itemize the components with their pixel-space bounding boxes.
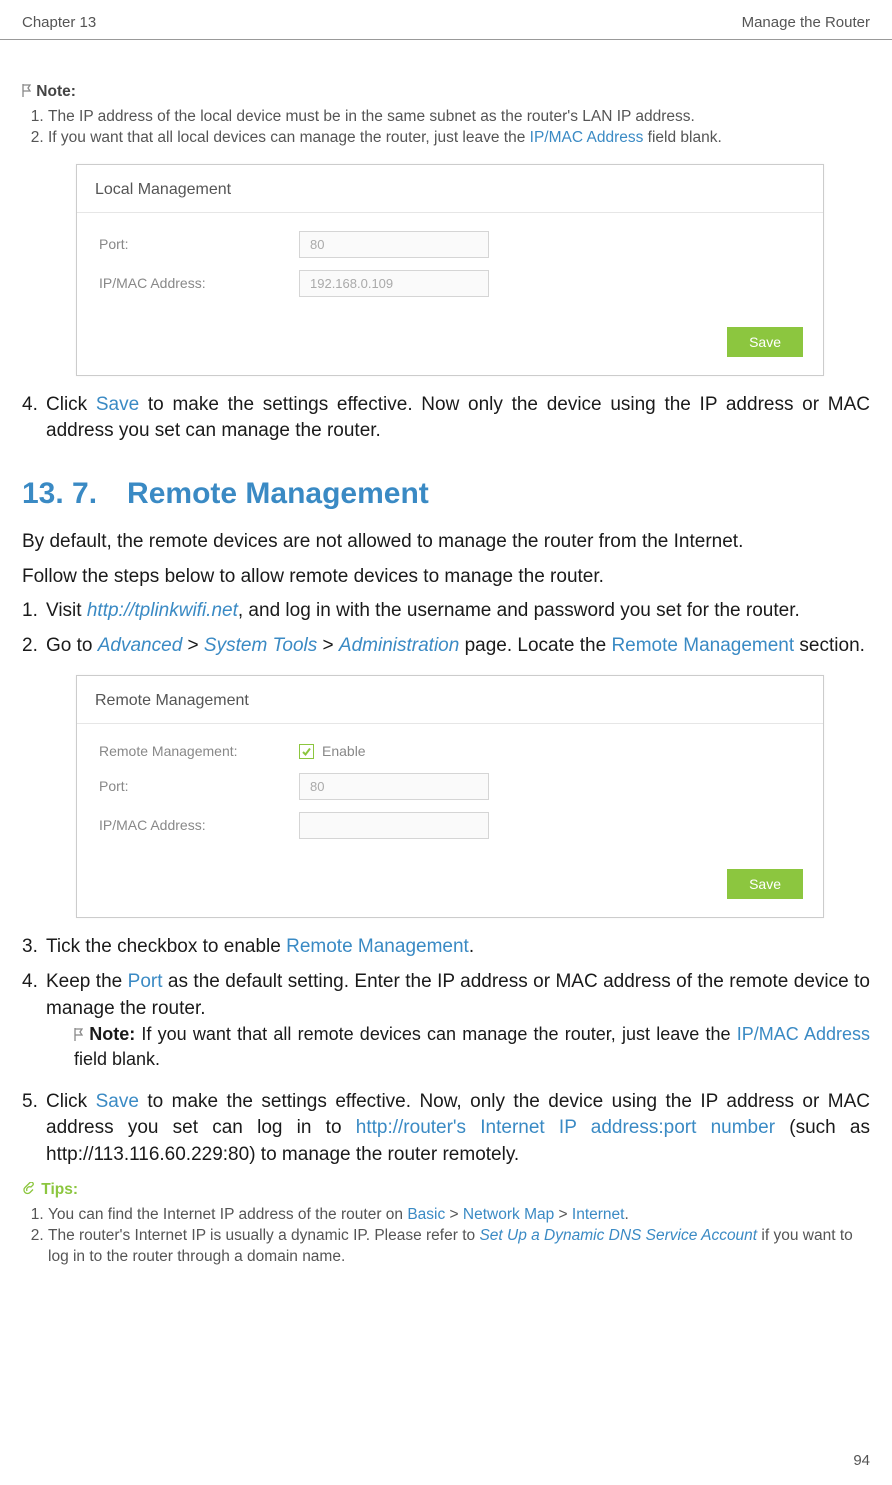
step-1: 1. Visit http://tplinkwifi.net, and log … [22, 598, 870, 625]
tips-block: Tips: You can find the Internet IP addre… [22, 1176, 870, 1267]
page-number: 94 [853, 1450, 870, 1471]
intro-paragraph: Follow the steps below to allow remote d… [22, 564, 870, 591]
step-5: 5. Click Save to make the settings effec… [22, 1089, 870, 1169]
step-2: 2. Go to Advanced > System Tools > Admin… [22, 633, 870, 660]
ipmac-label: IP/MAC Address: [99, 274, 299, 294]
enable-checkbox[interactable] [299, 744, 314, 759]
flag-icon [22, 84, 31, 97]
inner-note: Note: If you want that all remote device… [74, 1022, 870, 1072]
intro-paragraph: By default, the remote devices are not a… [22, 529, 870, 556]
note-block: Note: The IP address of the local device… [22, 78, 870, 148]
page-header: Chapter 13 Manage the Router [0, 0, 892, 40]
save-button[interactable]: Save [727, 327, 803, 357]
flag-icon [74, 1028, 83, 1041]
ipmac-link: IP/MAC Address [530, 129, 644, 146]
port-label: Port: [99, 777, 299, 797]
tips-item: You can find the Internet IP address of … [48, 1205, 870, 1226]
note-heading: Note: [89, 1024, 135, 1044]
section-heading: 13. 7. Remote Management [22, 473, 870, 515]
rm-label: Remote Management: [99, 742, 299, 762]
step-3: 3. Tick the checkbox to enable Remote Ma… [22, 934, 870, 961]
panel-title: Remote Management [77, 676, 823, 723]
enable-label: Enable [322, 742, 366, 762]
remote-management-panel: Remote Management Remote Management: Ena… [76, 675, 824, 918]
clip-icon [22, 1178, 36, 1192]
tips-item: The router's Internet IP is usually a dy… [48, 1226, 870, 1268]
note-heading: Note: [36, 83, 76, 100]
step-4: 4. Click Save to make the settings effec… [22, 392, 870, 445]
step-4b: 4. Keep the Port as the default setting.… [22, 969, 870, 1081]
port-input[interactable] [299, 773, 489, 800]
local-management-panel: Local Management Port: IP/MAC Address: S… [76, 164, 824, 375]
ipmac-input[interactable] [299, 812, 489, 839]
port-label: Port: [99, 235, 299, 255]
save-link: Save [96, 394, 139, 415]
save-button[interactable]: Save [727, 869, 803, 899]
ipmac-input[interactable] [299, 270, 489, 297]
panel-title: Local Management [77, 165, 823, 212]
port-input[interactable] [299, 231, 489, 258]
chapter-label: Chapter 13 [22, 12, 96, 33]
tplink-url: http://tplinkwifi.net [87, 600, 238, 621]
note-item: The IP address of the local device must … [48, 107, 870, 128]
page-title: Manage the Router [742, 12, 870, 33]
note-item: If you want that all local devices can m… [48, 128, 870, 149]
ipmac-label: IP/MAC Address: [99, 816, 299, 836]
tips-heading: Tips: [41, 1181, 78, 1198]
